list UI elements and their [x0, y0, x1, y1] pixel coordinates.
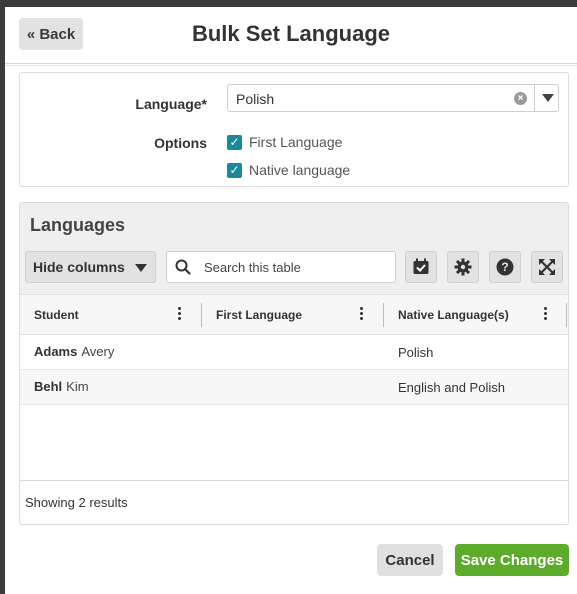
- language-select-value: Polish: [236, 91, 275, 107]
- cancel-button[interactable]: Cancel: [377, 544, 443, 576]
- student-first-name: Kim: [66, 379, 89, 394]
- table-row[interactable]: Adams Avery Polish: [20, 335, 568, 370]
- column-header-student[interactable]: Student: [34, 308, 79, 322]
- column-header-first-language[interactable]: First Language: [216, 308, 302, 322]
- search-input[interactable]: Search this table: [166, 251, 396, 283]
- native-language-option-label[interactable]: Native language: [249, 162, 350, 178]
- hide-columns-button[interactable]: Hide columns: [25, 251, 156, 283]
- native-language-cell: Polish: [398, 345, 434, 360]
- column-menu-icon[interactable]: [544, 307, 548, 321]
- native-language-cell: English and Polish: [398, 380, 505, 395]
- native-language-checkbox[interactable]: ✓: [227, 163, 242, 178]
- column-menu-icon[interactable]: [178, 307, 182, 321]
- column-divider[interactable]: [566, 303, 567, 327]
- calendar-check-button[interactable]: [405, 251, 437, 283]
- table-footer-divider: [20, 480, 568, 481]
- results-count: Showing 2 results: [25, 495, 128, 510]
- help-icon: ?: [496, 258, 514, 276]
- hide-columns-label: Hide columns: [33, 259, 125, 275]
- student-name: Behl Kim: [34, 379, 89, 394]
- svg-text:?: ?: [501, 260, 508, 274]
- save-changes-button[interactable]: Save Changes: [455, 544, 569, 576]
- table-title: Languages: [30, 215, 126, 235]
- search-icon: [175, 259, 191, 275]
- help-button[interactable]: ?: [489, 251, 521, 283]
- student-name: Adams Avery: [34, 344, 114, 359]
- column-divider[interactable]: [201, 303, 202, 327]
- language-form-panel: Language* Polish × Options ✓ First Langu…: [19, 72, 569, 187]
- column-menu-icon[interactable]: [360, 307, 364, 321]
- column-divider[interactable]: [383, 303, 384, 327]
- clear-icon[interactable]: ×: [514, 92, 527, 105]
- table-header-row: Student First Language Native Language(s…: [20, 294, 568, 335]
- select-divider: [534, 85, 535, 111]
- student-last-name: Adams: [34, 344, 78, 359]
- calendar-check-icon: [413, 258, 429, 274]
- expand-icon: [539, 259, 555, 275]
- chevron-down-icon[interactable]: [542, 94, 554, 102]
- table-row[interactable]: Behl Kim English and Polish: [20, 370, 568, 405]
- table-toolbar: Languages Hide columns Search this table: [20, 203, 568, 294]
- column-header-native-languages[interactable]: Native Language(s): [398, 308, 509, 322]
- language-select[interactable]: Polish ×: [227, 84, 559, 112]
- options-label: Options: [154, 135, 207, 151]
- first-language-checkbox[interactable]: ✓: [227, 135, 242, 150]
- page-title: Bulk Set Language: [191, 21, 391, 46]
- search-placeholder: Search this table: [204, 260, 301, 275]
- first-language-option-label[interactable]: First Language: [249, 134, 342, 150]
- language-label: Language*: [135, 96, 207, 112]
- bulk-set-language-dialog: « Back Bulk Set Language Language* Polis…: [5, 7, 577, 594]
- expand-button[interactable]: [531, 251, 563, 283]
- student-last-name: Behl: [34, 379, 63, 394]
- student-first-name: Avery: [81, 344, 115, 359]
- languages-table-panel: Languages Hide columns Search this table: [19, 202, 569, 525]
- header-divider: [5, 63, 577, 64]
- dialog-header: « Back Bulk Set Language: [5, 7, 577, 66]
- gear-icon: [454, 258, 472, 276]
- settings-button[interactable]: [447, 251, 479, 283]
- chevron-down-icon: [135, 264, 147, 272]
